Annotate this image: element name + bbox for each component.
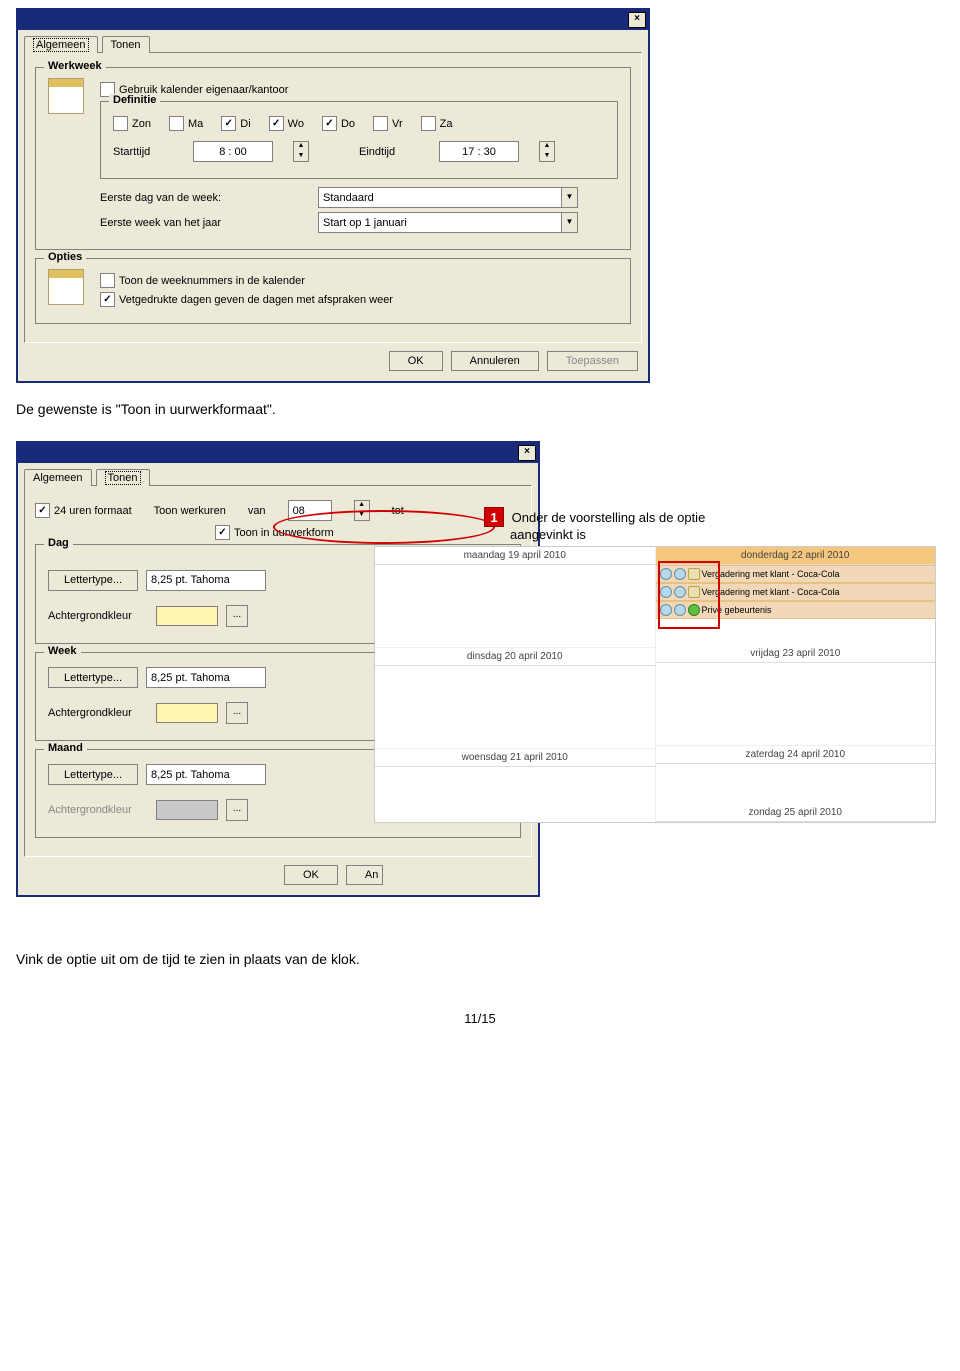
calendar-week-preview: maandag 19 april 2010 dinsdag 20 april 2…: [374, 546, 936, 823]
chevron-down-icon: ▼: [561, 188, 577, 207]
annotation-ellipse: [273, 510, 495, 544]
chevron-down-icon: ▼: [561, 213, 577, 232]
cal-head-sat: zaterdag 24 april 2010: [656, 746, 936, 764]
calendar-check-icon: [48, 269, 84, 305]
firstweek-label: Eerste week van het jaar: [100, 217, 310, 229]
dag-lettertype-button[interactable]: Lettertype...: [48, 570, 138, 591]
composite-screenshot: × Algemeen Tonen ✓24 uren formaat Toon w…: [16, 441, 936, 921]
doc-paragraph: De gewenste is "Toon in uurwerkformaat".: [0, 383, 960, 435]
week-color-button[interactable]: ...: [226, 702, 248, 724]
titlebar: ×: [18, 10, 648, 30]
cal-head-wed: woensdag 21 april 2010: [375, 749, 655, 767]
starttime-spinner[interactable]: ▲▼: [293, 141, 309, 162]
ok-button[interactable]: OK: [389, 351, 443, 371]
cal-head-tue: dinsdag 20 april 2010: [375, 648, 655, 666]
tab-algemeen[interactable]: Algemeen: [24, 469, 92, 486]
apply-button[interactable]: Toepassen: [547, 351, 638, 371]
group-title: Werkweek: [44, 60, 106, 72]
endtime-input[interactable]: 17 : 30: [439, 141, 519, 162]
week-lettertype-button[interactable]: Lettertype...: [48, 667, 138, 688]
cal-head-fri: vrijdag 23 april 2010: [656, 645, 936, 663]
close-icon[interactable]: ×: [628, 12, 646, 28]
checkbox-ma[interactable]: Ma: [169, 116, 203, 131]
page-number: 11/15: [0, 985, 960, 1034]
dag-color-button[interactable]: ...: [226, 605, 248, 627]
ok-button[interactable]: OK: [284, 865, 338, 885]
maand-bg-label: Achtergrondkleur: [48, 804, 148, 816]
firstweek-dropdown[interactable]: Start op 1 januari▼: [318, 212, 578, 233]
week-bg-label: Achtergrondkleur: [48, 707, 148, 719]
checkbox-show-weeknumbers[interactable]: Toon de weeknummers in de kalender: [100, 273, 305, 288]
callout-1: 1 Onder de voorstelling als de optie aan…: [484, 507, 705, 542]
checkbox-wo[interactable]: ✓Wo: [269, 116, 304, 131]
checkbox-di[interactable]: ✓Di: [221, 116, 250, 131]
callout-number: 1: [484, 507, 504, 527]
cal-head-sun: zondag 25 april 2010: [656, 804, 936, 822]
group-title: Definitie: [109, 94, 160, 106]
group-title: Opties: [44, 251, 86, 263]
dag-font-display: 8,25 pt. Tahoma: [146, 570, 266, 591]
week-font-display: 8,25 pt. Tahoma: [146, 667, 266, 688]
close-icon[interactable]: ×: [518, 445, 536, 461]
maand-font-display: 8,25 pt. Tahoma: [146, 764, 266, 785]
calendar-icon: [48, 78, 84, 114]
maand-color-swatch: [156, 800, 218, 820]
group-definitie: Definitie Zon Ma ✓Di ✓Wo ✓Do Vr Za: [100, 101, 618, 179]
show-workhours-label: Toon werkuren: [154, 505, 226, 517]
dialog-calendar-options: × Algemeen Tonen Werkweek Geb: [16, 8, 650, 383]
van-label: van: [248, 505, 266, 517]
annotation-rectangle: [658, 561, 720, 629]
doc-paragraph: Vink de optie uit om de tijd te zien in …: [0, 921, 960, 985]
tab-tonen[interactable]: Tonen: [96, 469, 150, 486]
checkbox-bold-days[interactable]: ✓Vetgedrukte dagen geven de dagen met af…: [100, 292, 393, 307]
checkbox-vr[interactable]: Vr: [373, 116, 403, 131]
tab-tonen[interactable]: Tonen: [102, 36, 150, 53]
checkbox-zon[interactable]: Zon: [113, 116, 151, 131]
titlebar: ×: [18, 443, 538, 463]
cancel-button-partial[interactable]: An: [346, 865, 383, 885]
checkbox-za[interactable]: Za: [421, 116, 453, 131]
dag-color-swatch: [156, 606, 218, 626]
tab-algemeen[interactable]: Algemeen: [24, 36, 98, 53]
checkbox-do[interactable]: ✓Do: [322, 116, 355, 131]
group-opties: Opties Toon de weeknummers in de kalende…: [35, 258, 631, 324]
starttime-label: Starttijd: [113, 146, 173, 158]
group-werkweek: Werkweek Gebruik kalender eigenaar/kanto…: [35, 67, 631, 250]
week-color-swatch: [156, 703, 218, 723]
checkbox-24h[interactable]: ✓24 uren formaat: [35, 503, 132, 518]
endtime-label: Eindtijd: [359, 146, 419, 158]
firstday-label: Eerste dag van de week:: [100, 192, 310, 204]
cancel-button[interactable]: Annuleren: [451, 351, 539, 371]
starttime-input[interactable]: 8 : 00: [193, 141, 273, 162]
firstday-dropdown[interactable]: Standaard▼: [318, 187, 578, 208]
cal-head-mon: maandag 19 april 2010: [375, 547, 655, 565]
maand-lettertype-button[interactable]: Lettertype...: [48, 764, 138, 785]
maand-color-button[interactable]: ...: [226, 799, 248, 821]
dag-bg-label: Achtergrondkleur: [48, 610, 148, 622]
endtime-spinner[interactable]: ▲▼: [539, 141, 555, 162]
